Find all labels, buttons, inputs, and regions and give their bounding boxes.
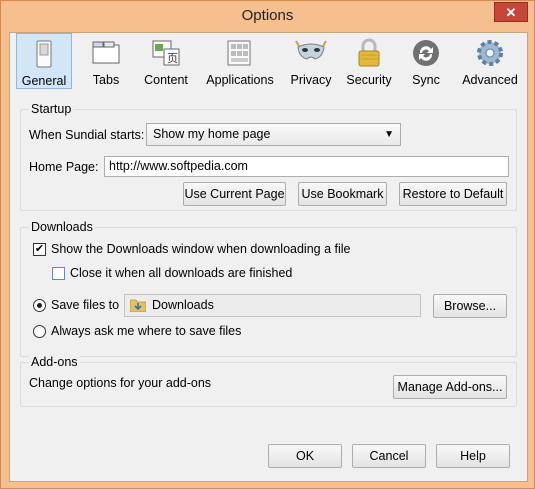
cancel-button[interactable]: Cancel: [352, 444, 426, 468]
tab-tabs-label: Tabs: [92, 73, 120, 87]
switch-icon: [36, 40, 52, 68]
close-when-done-checkbox[interactable]: [52, 267, 65, 280]
folder-download-icon: [130, 299, 146, 312]
tab-applications-label: Applications: [206, 73, 274, 87]
title-bar[interactable]: Options ✕: [1, 1, 534, 31]
when-starts-select[interactable]: Show my home page ▼: [146, 123, 401, 146]
mask-icon: [295, 40, 327, 60]
when-starts-label: When Sundial starts:: [29, 128, 145, 142]
sync-icon: [413, 40, 439, 66]
radio-selected-dot: [37, 303, 42, 308]
category-toolbar: General Tabs 页 Content Applications Priv…: [10, 33, 527, 91]
addons-description: Change options for your add-ons: [29, 376, 212, 390]
close-button[interactable]: ✕: [494, 2, 528, 22]
help-button[interactable]: Help: [436, 444, 510, 468]
ok-button[interactable]: OK: [268, 444, 342, 468]
options-window: Options ✕ General Tabs 页 Content Applica…: [0, 0, 535, 489]
show-downloads-checkbox[interactable]: ✔: [33, 243, 46, 256]
tab-content-label: Content: [144, 73, 188, 87]
tab-advanced-label: Advanced: [462, 73, 518, 87]
when-starts-value: Show my home page: [153, 127, 271, 141]
svg-text:页: 页: [167, 52, 178, 65]
addons-group: Add-ons Change options for your add-ons …: [20, 355, 517, 407]
tab-applications[interactable]: Applications: [203, 33, 277, 89]
save-files-radio[interactable]: [33, 299, 46, 312]
tab-tabs[interactable]: Tabs: [82, 33, 130, 89]
window-title: Options: [241, 7, 294, 24]
downloads-title: Downloads: [29, 220, 95, 234]
use-current-page-button[interactable]: Use Current Page: [183, 182, 286, 206]
save-folder-name: Downloads: [152, 298, 214, 312]
applications-icon: [227, 40, 251, 66]
tab-sync-label: Sync: [412, 73, 440, 87]
addons-title: Add-ons: [29, 355, 80, 369]
restore-default-button[interactable]: Restore to Default: [399, 182, 507, 206]
tab-content[interactable]: 页 Content: [140, 33, 192, 89]
tab-general[interactable]: General: [16, 33, 72, 89]
tab-security[interactable]: Security: [343, 33, 395, 89]
home-page-input[interactable]: http://www.softpedia.com: [104, 156, 509, 177]
always-ask-radio[interactable]: [33, 325, 46, 338]
startup-group: Startup When Sundial starts: Show my hom…: [20, 102, 517, 211]
tab-privacy[interactable]: Privacy: [287, 33, 335, 89]
use-bookmark-button[interactable]: Use Bookmark: [298, 182, 387, 206]
manage-addons-button[interactable]: Manage Add-ons...: [393, 375, 507, 399]
startup-title: Startup: [29, 102, 74, 116]
browse-button[interactable]: Browse...: [433, 294, 507, 318]
padlock-icon: [358, 38, 380, 67]
content-icon: 页: [152, 40, 180, 66]
show-downloads-label[interactable]: Show the Downloads window when downloadi…: [51, 242, 351, 256]
always-ask-label[interactable]: Always ask me where to save files: [51, 324, 241, 338]
tab-security-label: Security: [346, 73, 392, 87]
save-files-label[interactable]: Save files to: [51, 298, 119, 312]
dialog-client: General Tabs 页 Content Applications Priv…: [9, 32, 528, 482]
tab-advanced[interactable]: Advanced: [458, 33, 522, 89]
save-folder-field[interactable]: Downloads: [124, 294, 421, 317]
close-when-done-label[interactable]: Close it when all downloads are finished: [70, 266, 292, 280]
downloads-group: Downloads ✔ Show the Downloads window wh…: [20, 220, 517, 357]
tabs-icon: [92, 41, 120, 64]
chevron-down-icon: ▼: [384, 129, 394, 140]
tab-general-label: General: [21, 74, 67, 88]
home-page-label: Home Page:: [29, 160, 99, 174]
tab-sync[interactable]: Sync: [404, 33, 448, 89]
tab-privacy-label: Privacy: [290, 73, 332, 87]
gear-icon: [477, 40, 503, 66]
